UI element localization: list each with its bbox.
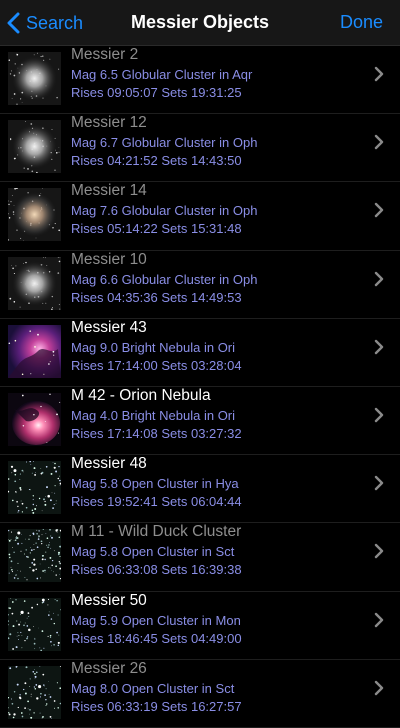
object-rise-set-times: Rises 17:14:08 Sets 03:27:32 — [71, 426, 242, 441]
list-item[interactable]: Messier 10 Mag 6.6 Globular Cluster in Op… — [0, 251, 400, 319]
list-item[interactable]: Messier 50 Mag 5.9 Open Cluster in Mon Ris… — [0, 592, 400, 660]
object-description: Mag 8.0 Open Cluster in Sct — [71, 681, 234, 696]
object-thumbnail — [8, 598, 61, 651]
object-description: Mag 5.8 Open Cluster in Hya — [71, 476, 239, 491]
object-description: Mag 4.0 Bright Nebula in Ori — [71, 408, 235, 423]
object-rise-set-times: Rises 04:21:52 Sets 14:43:50 — [71, 153, 242, 168]
object-description: Mag 9.0 Bright Nebula in Ori — [71, 340, 235, 355]
done-button[interactable]: Done — [340, 12, 383, 33]
object-name: M 42 - Orion Nebula — [71, 387, 211, 405]
chevron-right-icon — [374, 407, 384, 423]
object-description: Mag 5.9 Open Cluster in Mon — [71, 613, 241, 628]
list-item[interactable]: Messier 12 Mag 6.7 Globular Cluster in Op… — [0, 114, 400, 182]
list-item[interactable]: Messier 2 Mag 6.5 Globular Cluster in Aqr… — [0, 46, 400, 114]
object-thumbnail — [8, 120, 61, 173]
chevron-right-icon — [374, 543, 384, 559]
object-name: Messier 48 — [71, 455, 147, 473]
object-thumbnail — [8, 461, 61, 514]
list-item[interactable]: M 11 - Wild Duck Cluster Mag 5.8 Open Clu… — [0, 523, 400, 591]
object-rise-set-times: Rises 06:33:08 Sets 16:39:38 — [71, 562, 242, 577]
chevron-right-icon — [374, 339, 384, 355]
object-name: Messier 50 — [71, 592, 147, 610]
object-thumbnail — [8, 52, 61, 105]
object-name: M 11 - Wild Duck Cluster — [71, 523, 241, 541]
object-thumbnail — [8, 257, 61, 310]
object-thumbnail — [8, 188, 61, 241]
object-rise-set-times: Rises 09:05:07 Sets 19:31:25 — [71, 85, 242, 100]
chevron-right-icon — [374, 134, 384, 150]
object-rise-set-times: Rises 05:14:22 Sets 15:31:48 — [71, 221, 242, 236]
object-thumbnail — [8, 393, 61, 446]
back-button[interactable]: Search — [6, 8, 83, 38]
list-item[interactable]: Messier 26 Mag 8.0 Open Cluster in Sct Ris… — [0, 660, 400, 728]
object-rise-set-times: Rises 06:33:19 Sets 16:27:57 — [71, 699, 242, 714]
object-name: Messier 12 — [71, 114, 147, 132]
object-name: Messier 2 — [71, 46, 138, 64]
object-thumbnail — [8, 325, 61, 378]
chevron-right-icon — [374, 475, 384, 491]
list-item[interactable]: M 42 - Orion Nebula Mag 4.0 Bright Nebula… — [0, 387, 400, 455]
object-description: Mag 6.5 Globular Cluster in Aqr — [71, 67, 252, 82]
list-item[interactable]: Messier 14 Mag 7.6 Globular Cluster in Op… — [0, 182, 400, 250]
object-rise-set-times: Rises 17:14:00 Sets 03:28:04 — [71, 358, 242, 373]
chevron-left-icon — [6, 12, 22, 34]
chevron-right-icon — [374, 271, 384, 287]
object-description: Mag 6.6 Globular Cluster in Oph — [71, 272, 257, 287]
object-description: Mag 5.8 Open Cluster in Sct — [71, 544, 234, 559]
list-item[interactable]: Messier 48 Mag 5.8 Open Cluster in Hya Ris… — [0, 455, 400, 523]
object-name: Messier 10 — [71, 251, 147, 269]
object-name: Messier 26 — [71, 660, 147, 678]
list-item[interactable]: Messier 43 Mag 9.0 Bright Nebula in Ori Ri… — [0, 319, 400, 387]
chevron-right-icon — [374, 202, 384, 218]
back-button-label: Search — [26, 13, 83, 34]
object-description: Mag 7.6 Globular Cluster in Oph — [71, 203, 257, 218]
chevron-right-icon — [374, 612, 384, 628]
navigation-bar: Search Messier Objects Done — [0, 0, 400, 46]
chevron-right-icon — [374, 66, 384, 82]
object-thumbnail — [8, 529, 61, 582]
object-rise-set-times: Rises 04:35:36 Sets 14:49:53 — [71, 290, 242, 305]
object-description: Mag 6.7 Globular Cluster in Oph — [71, 135, 257, 150]
object-rise-set-times: Rises 18:46:45 Sets 04:49:00 — [71, 631, 242, 646]
object-rise-set-times: Rises 19:52:41 Sets 06:04:44 — [71, 494, 242, 509]
object-name: Messier 43 — [71, 319, 147, 337]
chevron-right-icon — [374, 680, 384, 696]
messier-object-list: Messier 2 Mag 6.5 Globular Cluster in Aqr… — [0, 46, 400, 728]
object-name: Messier 14 — [71, 182, 147, 200]
